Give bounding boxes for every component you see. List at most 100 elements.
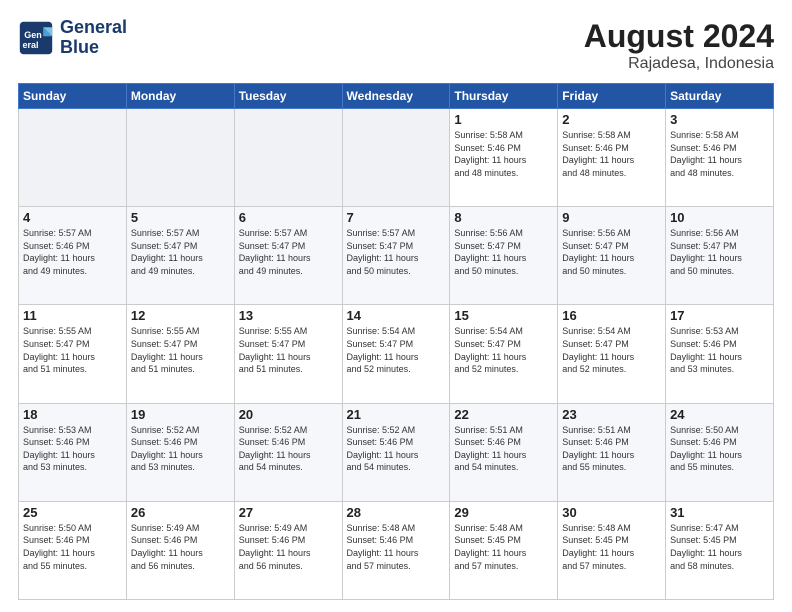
calendar-cell: 17Sunrise: 5:53 AMSunset: 5:46 PMDayligh… <box>666 305 774 403</box>
calendar-cell: 11 Sunrise: 5:55 AMSunset: 5:47 PMDayligh… <box>19 305 127 403</box>
calendar-cell: 18 Sunrise: 5:53 AMSunset: 5:46 PMDayligh… <box>19 403 127 501</box>
day-info: Sunrise: 5:50 AMSunset: 5:46 PMDaylight:… <box>670 424 769 474</box>
day-number: 26 <box>131 505 230 520</box>
day-info: Sunrise: 5:54 AMSunset: 5:47 PMDaylight:… <box>562 325 661 375</box>
calendar-cell: 8Sunrise: 5:56 AMSunset: 5:47 PMDaylight… <box>450 207 558 305</box>
week-row-3: 11 Sunrise: 5:55 AMSunset: 5:47 PMDayligh… <box>19 305 774 403</box>
day-number: 9 <box>562 210 661 225</box>
day-info: Sunrise: 5:55 AMSunset: 5:47 PMDaylight:… <box>23 325 122 375</box>
day-info: Sunrise: 5:52 AMSunset: 5:46 PMDaylight:… <box>347 424 446 474</box>
day-number: 1 <box>454 112 553 127</box>
title-block: August 2024 Rajadesa, Indonesia <box>584 18 774 73</box>
day-number: 19 <box>131 407 230 422</box>
calendar-cell <box>234 109 342 207</box>
header: Gen eral General Blue August 2024 Rajade… <box>18 18 774 73</box>
calendar-cell <box>342 109 450 207</box>
day-info: Sunrise: 5:58 AMSunset: 5:46 PMDaylight:… <box>454 129 553 179</box>
calendar-cell: 19 Sunrise: 5:52 AMSunset: 5:46 PMDayligh… <box>126 403 234 501</box>
calendar-cell: 7 Sunrise: 5:57 AMSunset: 5:47 PMDaylight… <box>342 207 450 305</box>
day-info: Sunrise: 5:56 AMSunset: 5:47 PMDaylight:… <box>562 227 661 277</box>
day-number: 4 <box>23 210 122 225</box>
day-number: 16 <box>562 308 661 323</box>
day-number: 5 <box>131 210 230 225</box>
calendar-cell: 10Sunrise: 5:56 AMSunset: 5:47 PMDayligh… <box>666 207 774 305</box>
day-info: Sunrise: 5:57 AMSunset: 5:47 PMDaylight:… <box>131 227 230 277</box>
day-number: 11 <box>23 308 122 323</box>
calendar-cell: 21 Sunrise: 5:52 AMSunset: 5:46 PMDayligh… <box>342 403 450 501</box>
calendar-cell: 20 Sunrise: 5:52 AMSunset: 5:46 PMDayligh… <box>234 403 342 501</box>
day-info: Sunrise: 5:48 AMSunset: 5:46 PMDaylight:… <box>347 522 446 572</box>
day-number: 18 <box>23 407 122 422</box>
day-info: Sunrise: 5:47 AMSunset: 5:45 PMDaylight:… <box>670 522 769 572</box>
calendar-cell: 13 Sunrise: 5:55 AMSunset: 5:47 PMDayligh… <box>234 305 342 403</box>
calendar-cell: 28 Sunrise: 5:48 AMSunset: 5:46 PMDayligh… <box>342 501 450 599</box>
logo-icon: Gen eral <box>18 20 54 56</box>
day-info: Sunrise: 5:57 AMSunset: 5:47 PMDaylight:… <box>239 227 338 277</box>
day-info: Sunrise: 5:51 AMSunset: 5:46 PMDaylight:… <box>562 424 661 474</box>
day-number: 17 <box>670 308 769 323</box>
day-info: Sunrise: 5:52 AMSunset: 5:46 PMDaylight:… <box>131 424 230 474</box>
weekday-header-wednesday: Wednesday <box>342 84 450 109</box>
calendar-cell: 2Sunrise: 5:58 AMSunset: 5:46 PMDaylight… <box>558 109 666 207</box>
calendar-cell: 5 Sunrise: 5:57 AMSunset: 5:47 PMDaylight… <box>126 207 234 305</box>
weekday-header-friday: Friday <box>558 84 666 109</box>
calendar-cell: 1 Sunrise: 5:58 AMSunset: 5:46 PMDaylight… <box>450 109 558 207</box>
weekday-header-tuesday: Tuesday <box>234 84 342 109</box>
day-info: Sunrise: 5:54 AMSunset: 5:47 PMDaylight:… <box>454 325 553 375</box>
day-number: 7 <box>347 210 446 225</box>
calendar-cell: 29Sunrise: 5:48 AMSunset: 5:45 PMDayligh… <box>450 501 558 599</box>
subtitle: Rajadesa, Indonesia <box>584 55 774 73</box>
day-info: Sunrise: 5:55 AMSunset: 5:47 PMDaylight:… <box>131 325 230 375</box>
calendar-cell: 22 Sunrise: 5:51 AMSunset: 5:46 PMDayligh… <box>450 403 558 501</box>
day-info: Sunrise: 5:53 AMSunset: 5:46 PMDaylight:… <box>23 424 122 474</box>
calendar-cell <box>19 109 127 207</box>
day-number: 20 <box>239 407 338 422</box>
calendar-cell: 9 Sunrise: 5:56 AMSunset: 5:47 PMDaylight… <box>558 207 666 305</box>
main-title: August 2024 <box>584 18 774 55</box>
day-number: 31 <box>670 505 769 520</box>
day-number: 12 <box>131 308 230 323</box>
weekday-header-sunday: Sunday <box>19 84 127 109</box>
weekday-header-row: SundayMondayTuesdayWednesdayThursdayFrid… <box>19 84 774 109</box>
day-info: Sunrise: 5:48 AMSunset: 5:45 PMDaylight:… <box>562 522 661 572</box>
calendar-cell: 31 Sunrise: 5:47 AMSunset: 5:45 PMDayligh… <box>666 501 774 599</box>
svg-text:eral: eral <box>23 40 39 50</box>
day-number: 22 <box>454 407 553 422</box>
calendar-cell: 24 Sunrise: 5:50 AMSunset: 5:46 PMDayligh… <box>666 403 774 501</box>
calendar-cell: 4 Sunrise: 5:57 AMSunset: 5:46 PMDaylight… <box>19 207 127 305</box>
day-info: Sunrise: 5:51 AMSunset: 5:46 PMDaylight:… <box>454 424 553 474</box>
calendar-cell: 16 Sunrise: 5:54 AMSunset: 5:47 PMDayligh… <box>558 305 666 403</box>
day-info: Sunrise: 5:58 AMSunset: 5:46 PMDaylight:… <box>670 129 769 179</box>
page: Gen eral General Blue August 2024 Rajade… <box>0 0 792 612</box>
logo: Gen eral General Blue <box>18 18 127 58</box>
day-info: Sunrise: 5:56 AMSunset: 5:47 PMDaylight:… <box>670 227 769 277</box>
day-info: Sunrise: 5:57 AMSunset: 5:46 PMDaylight:… <box>23 227 122 277</box>
day-info: Sunrise: 5:57 AMSunset: 5:47 PMDaylight:… <box>347 227 446 277</box>
calendar-cell: 25 Sunrise: 5:50 AMSunset: 5:46 PMDayligh… <box>19 501 127 599</box>
day-number: 3 <box>670 112 769 127</box>
calendar-cell: 14Sunrise: 5:54 AMSunset: 5:47 PMDayligh… <box>342 305 450 403</box>
day-number: 25 <box>23 505 122 520</box>
day-number: 28 <box>347 505 446 520</box>
calendar-cell: 3 Sunrise: 5:58 AMSunset: 5:46 PMDaylight… <box>666 109 774 207</box>
day-number: 21 <box>347 407 446 422</box>
day-number: 29 <box>454 505 553 520</box>
calendar-table: SundayMondayTuesdayWednesdayThursdayFrid… <box>18 83 774 600</box>
week-row-1: 1 Sunrise: 5:58 AMSunset: 5:46 PMDaylight… <box>19 109 774 207</box>
calendar-cell <box>126 109 234 207</box>
svg-text:Gen: Gen <box>24 30 42 40</box>
day-info: Sunrise: 5:49 AMSunset: 5:46 PMDaylight:… <box>131 522 230 572</box>
day-info: Sunrise: 5:54 AMSunset: 5:47 PMDaylight:… <box>347 325 446 375</box>
day-number: 24 <box>670 407 769 422</box>
weekday-header-monday: Monday <box>126 84 234 109</box>
calendar-cell: 27Sunrise: 5:49 AMSunset: 5:46 PMDayligh… <box>234 501 342 599</box>
day-info: Sunrise: 5:49 AMSunset: 5:46 PMDaylight:… <box>239 522 338 572</box>
day-number: 13 <box>239 308 338 323</box>
day-info: Sunrise: 5:50 AMSunset: 5:46 PMDaylight:… <box>23 522 122 572</box>
logo-line1: General <box>60 18 127 38</box>
day-number: 30 <box>562 505 661 520</box>
calendar-cell: 26 Sunrise: 5:49 AMSunset: 5:46 PMDayligh… <box>126 501 234 599</box>
day-info: Sunrise: 5:55 AMSunset: 5:47 PMDaylight:… <box>239 325 338 375</box>
day-number: 8 <box>454 210 553 225</box>
day-info: Sunrise: 5:52 AMSunset: 5:46 PMDaylight:… <box>239 424 338 474</box>
